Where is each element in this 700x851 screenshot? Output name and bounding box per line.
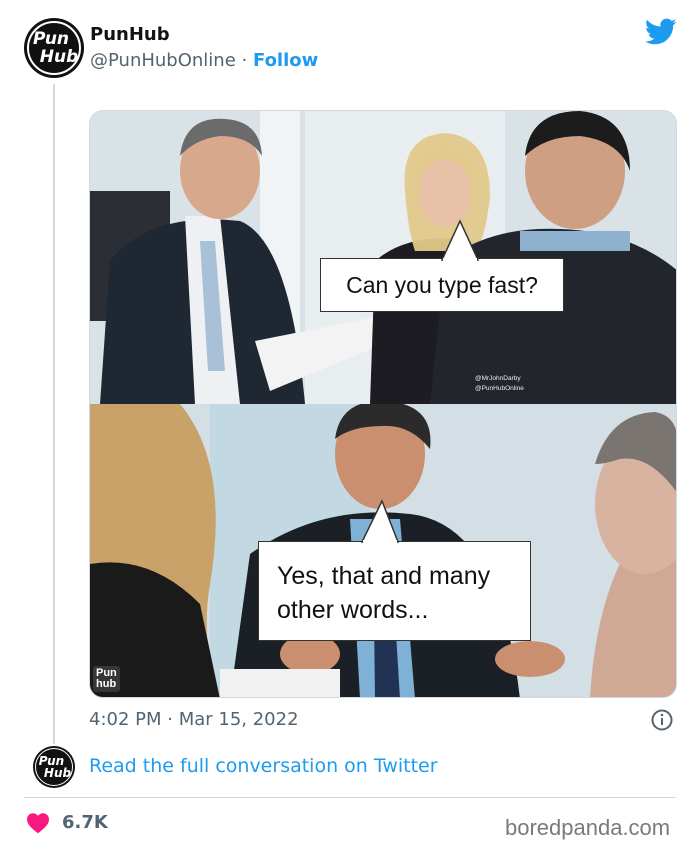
avatar-small-ring (35, 748, 73, 786)
meme-panel-bottom: Yes, that and many other words... Pun hu… (90, 404, 676, 697)
author-avatar-small[interactable]: Pun Hub (33, 746, 75, 788)
read-full-conversation-link[interactable]: Read the full conversation on Twitter (89, 755, 438, 777)
author-handle-row: @PunHubOnline · Follow (90, 50, 318, 71)
twitter-icon[interactable] (645, 18, 677, 46)
likes-count[interactable]: 6.7K (62, 812, 108, 833)
speech-bubble-bottom-tail (360, 499, 400, 543)
follow-button[interactable]: Follow (253, 50, 318, 71)
author-handle[interactable]: @PunHubOnline (90, 50, 236, 71)
tweet-media[interactable]: Can you type fast? @MrJohnDarby @PunHubO… (89, 110, 677, 698)
tweet-timestamp[interactable]: 4:02 PM · Mar 15, 2022 (89, 709, 299, 730)
info-icon[interactable] (650, 708, 674, 732)
speech-bubble-bottom: Yes, that and many other words... (258, 541, 531, 641)
meme-panel-top: Can you type fast? @MrJohnDarby @PunHubO… (90, 111, 676, 404)
source-watermark: boredpanda.com (505, 815, 671, 840)
divider (24, 797, 676, 798)
punhub-watermark: Pun hub (93, 666, 120, 692)
thread-line (53, 84, 55, 744)
avatar-ring (27, 21, 81, 75)
author-avatar[interactable]: Pun Hub (24, 18, 84, 78)
image-credit: @MrJohnDarby @PunHubOnline (475, 374, 524, 394)
credit-line-2: @PunHubOnline (475, 384, 524, 392)
credit-line-1: @MrJohnDarby (475, 375, 521, 382)
speech-bubble-top-tail (440, 219, 480, 261)
author-name[interactable]: PunHub (90, 24, 170, 45)
separator-dot: · (241, 50, 248, 71)
watermark-line-2: hub (96, 678, 117, 690)
heart-icon[interactable] (26, 812, 50, 834)
speech-bubble-top: Can you type fast? (320, 258, 564, 312)
tweet-card: Pun Hub PunHub @PunHubOnline · Follow Ca… (0, 0, 700, 851)
